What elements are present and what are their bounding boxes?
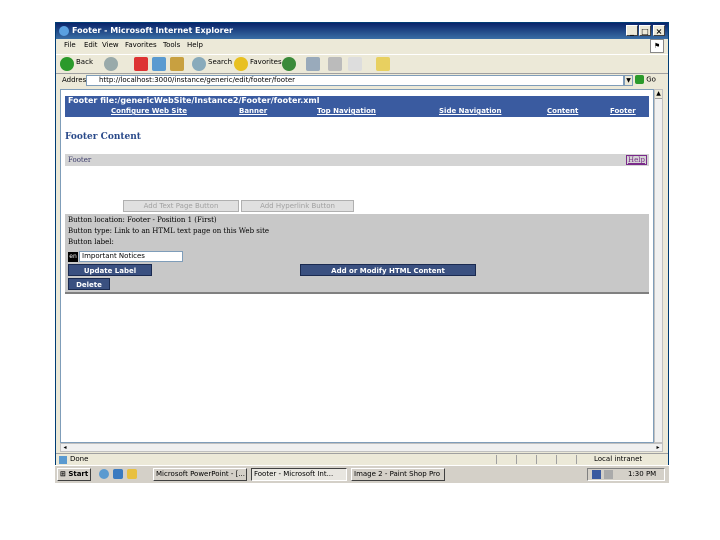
system-tray: 1:30 PM	[587, 468, 665, 481]
nav-content[interactable]: Content	[547, 107, 578, 115]
page-viewport: Footer file:/genericWebSite/Instance2/Fo…	[60, 89, 654, 443]
help-link[interactable]: Help	[626, 155, 647, 165]
add-hyperlink-button[interactable]: Add Hyperlink Button	[241, 200, 354, 212]
scroll-up-icon[interactable]: ▲	[655, 90, 662, 99]
menu-bar: File Edit View Favorites Tools Help	[56, 39, 668, 53]
quicklaunch-desktop-icon[interactable]	[113, 469, 123, 479]
button-location-text: Button location: Footer - Position 1 (Fi…	[68, 216, 217, 224]
add-text-page-button[interactable]: Add Text Page Button	[123, 200, 239, 212]
title-bar: Footer - Microsoft Internet Explorer _ □…	[56, 23, 668, 39]
site-nav: Configure Web Site Banner Top Navigation…	[65, 106, 649, 117]
ie-logo-icon	[59, 26, 69, 36]
home-icon[interactable]	[170, 57, 184, 71]
add-button-row: Add Text Page Button Add Hyperlink Butto…	[65, 198, 649, 212]
minimize-button[interactable]: _	[626, 25, 638, 36]
menu-help[interactable]: Help	[187, 41, 203, 49]
horizontal-scrollbar[interactable]: ◂ ▸	[60, 443, 663, 452]
quicklaunch-ie-icon[interactable]	[99, 469, 109, 479]
windows-flag-icon: ⚑	[650, 39, 664, 53]
go-arrow-icon	[635, 75, 644, 84]
menu-file[interactable]: File	[64, 41, 76, 49]
close-button[interactable]: ×	[653, 25, 665, 36]
status-text: Done	[70, 455, 89, 463]
tray-network-icon[interactable]	[592, 470, 601, 479]
menu-favorites[interactable]: Favorites	[125, 41, 157, 49]
vertical-scrollbar[interactable]: ▲	[654, 89, 663, 443]
nav-footer[interactable]: Footer	[610, 107, 636, 115]
address-dropdown-icon[interactable]: ▼	[624, 75, 633, 86]
nav-top-navigation[interactable]: Top Navigation	[317, 107, 376, 115]
quicklaunch-folder-icon[interactable]	[127, 469, 137, 479]
windows-logo-icon: ⊞	[60, 470, 66, 478]
status-divider	[496, 455, 497, 464]
go-button[interactable]: Go	[635, 75, 663, 86]
forward-arrow-icon[interactable]	[104, 57, 118, 71]
refresh-icon[interactable]	[152, 57, 166, 71]
task-paint-shop-pro[interactable]: Image 2 - Paint Shop Pro	[351, 468, 445, 481]
search-button-label[interactable]: Search	[208, 58, 232, 66]
modify-html-content-button[interactable]: Add or Modify HTML Content	[300, 264, 476, 276]
status-divider	[516, 455, 517, 464]
nav-side-navigation[interactable]: Side Navigation	[439, 107, 501, 115]
button-editor-panel: Button location: Footer - Position 1 (Fi…	[65, 214, 649, 294]
go-button-label: Go	[646, 75, 656, 84]
toolbar: Back Search Favorites	[56, 54, 668, 74]
section-title: Footer Content	[65, 132, 141, 142]
status-divider	[536, 455, 537, 464]
button-label-caption: Button label:	[68, 238, 114, 246]
menu-view[interactable]: View	[102, 41, 119, 49]
maximize-button[interactable]: □	[639, 25, 651, 36]
button-label-input[interactable]: Important Notices	[79, 251, 183, 262]
stop-icon[interactable]	[134, 57, 148, 71]
favorites-star-icon[interactable]	[234, 57, 248, 71]
address-bar: Address http://localhost:3000/instance/g…	[56, 74, 668, 88]
print-icon[interactable]	[328, 57, 342, 71]
panel-label: Footer	[68, 156, 92, 164]
favorites-button-label[interactable]: Favorites	[250, 58, 282, 66]
page-done-icon	[59, 456, 67, 464]
nav-banner[interactable]: Banner	[239, 107, 267, 115]
taskbar: ⊞ Start Microsoft PowerPoint - [... Foot…	[55, 465, 669, 483]
address-input[interactable]: http://localhost:3000/instance/generic/e…	[86, 75, 624, 86]
start-button[interactable]: ⊞ Start	[57, 468, 91, 481]
status-divider	[576, 455, 577, 464]
back-button-label[interactable]: Back	[76, 58, 93, 66]
panel-header: Footer Help	[65, 154, 649, 166]
status-bar: Done Local intranet	[56, 453, 668, 465]
task-footer-ie[interactable]: Footer - Microsoft Int...	[251, 468, 347, 481]
search-icon[interactable]	[192, 57, 206, 71]
menu-edit[interactable]: Edit	[84, 41, 98, 49]
delete-button[interactable]: Delete	[68, 278, 110, 290]
update-label-button[interactable]: Update Label	[68, 264, 152, 276]
nav-configure-web-site[interactable]: Configure Web Site	[111, 107, 187, 115]
file-header: Footer file:/genericWebSite/Instance2/Fo…	[65, 96, 649, 106]
messenger-icon[interactable]	[376, 57, 390, 71]
menu-tools[interactable]: Tools	[163, 41, 180, 49]
language-badge: en	[68, 252, 78, 262]
scroll-left-icon[interactable]: ◂	[61, 444, 69, 451]
button-type-text: Button type: Link to an HTML text page o…	[68, 227, 270, 235]
window-title: Footer - Microsoft Internet Explorer	[72, 26, 233, 35]
back-arrow-icon[interactable]	[60, 57, 74, 71]
clock: 1:30 PM	[628, 470, 657, 478]
media-icon[interactable]	[282, 57, 296, 71]
security-zone-text: Local intranet	[594, 455, 643, 463]
task-powerpoint[interactable]: Microsoft PowerPoint - [...	[153, 468, 247, 481]
mail-icon[interactable]	[306, 57, 320, 71]
tray-volume-icon[interactable]	[604, 470, 613, 479]
scroll-right-icon[interactable]: ▸	[654, 444, 662, 451]
edit-icon[interactable]	[348, 57, 362, 71]
start-label: Start	[68, 470, 89, 478]
browser-window: Footer - Microsoft Internet Explorer _ □…	[55, 22, 669, 483]
status-divider	[556, 455, 557, 464]
